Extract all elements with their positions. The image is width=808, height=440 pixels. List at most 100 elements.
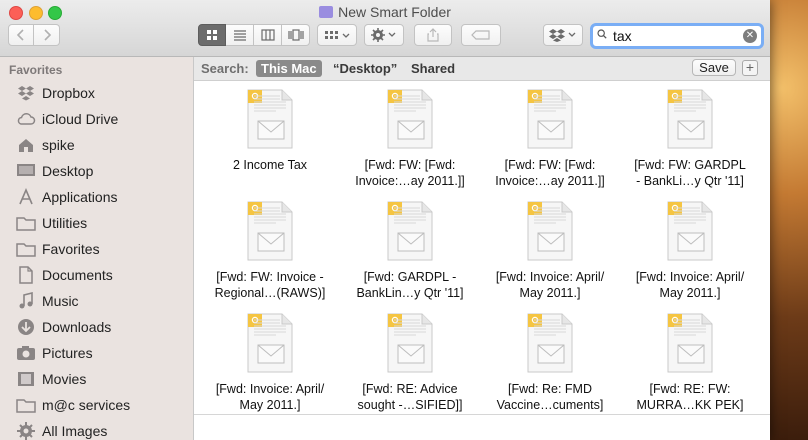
music-icon: [16, 292, 36, 310]
nav-buttons: [8, 24, 60, 46]
sidebar-item-favorites[interactable]: Favorites: [16, 238, 100, 260]
search-input[interactable]: [613, 28, 743, 44]
forward-button[interactable]: [34, 24, 60, 46]
sidebar-item-label: Movies: [42, 371, 87, 387]
file-item[interactable]: 2 Income Tax: [200, 89, 340, 173]
sidebar-item-label: All Images: [42, 423, 108, 439]
smart-folder-icon: [319, 6, 334, 18]
scope-desktop[interactable]: “Desktop”: [328, 60, 402, 77]
sidebar-item-label: Favorites: [42, 241, 100, 257]
chevron-left-icon: [16, 29, 24, 41]
view-mode-control: [198, 24, 310, 46]
grid-icon: [207, 30, 217, 40]
sidebar-item-label: Downloads: [42, 319, 112, 335]
downloads-icon: [16, 318, 36, 336]
file-name: [Fwd: FW: GARDPL - BankLi…y Qtr '11]: [634, 158, 746, 188]
save-button[interactable]: Save: [692, 59, 736, 76]
email-document-icon: [340, 201, 480, 261]
email-document-icon: [340, 313, 480, 373]
desktop-icon: [16, 162, 36, 180]
folder-icon: [16, 214, 36, 232]
file-name: [Fwd: RE: FW: MURRA…KK PEK]: [636, 382, 744, 412]
sidebar-item-label: m@c services: [42, 397, 131, 413]
file-name: [Fwd: FW: [Fwd: Invoice:…ay 2011.]]: [495, 158, 605, 188]
file-name: 2 Income Tax: [232, 158, 308, 172]
clear-search-icon[interactable]: ✕: [743, 29, 757, 43]
file-item[interactable]: [Fwd: FW: [Fwd: Invoice:…ay 2011.]]: [480, 89, 620, 189]
folder-icon: [16, 396, 36, 414]
cloud-icon: [16, 110, 36, 128]
sidebar-item-utilities[interactable]: Utilities: [16, 212, 87, 234]
sidebar-item-downloads[interactable]: Downloads: [16, 316, 111, 338]
edit-tags-button[interactable]: [461, 24, 501, 46]
sidebar-item-dropbox[interactable]: Dropbox: [16, 82, 95, 104]
pictures-icon: [16, 344, 36, 362]
folder-icon: [16, 240, 36, 258]
icon-view-button[interactable]: [198, 24, 226, 46]
file-item[interactable]: [Fwd: Invoice: April/ May 2011.]: [620, 201, 760, 301]
email-document-icon: [480, 313, 620, 373]
scope-this-mac[interactable]: This Mac: [256, 60, 322, 77]
file-item[interactable]: [Fwd: RE: Advice sought -…SIFIED]]: [340, 313, 480, 413]
share-icon: [427, 28, 439, 42]
sidebar-item-documents[interactable]: Documents: [16, 264, 113, 286]
arrange-button[interactable]: [317, 24, 357, 46]
sidebar-item-music[interactable]: Music: [16, 290, 79, 312]
action-button[interactable]: [364, 24, 404, 46]
sidebar-item-pictures[interactable]: Pictures: [16, 342, 93, 364]
email-document-icon: [200, 201, 340, 261]
share-button[interactable]: [414, 24, 452, 46]
list-icon: [233, 30, 246, 41]
back-button[interactable]: [8, 24, 34, 46]
search-field[interactable]: ✕: [590, 23, 764, 49]
sidebar-item-spike[interactable]: spike: [16, 134, 75, 156]
sidebar-item-movies[interactable]: Movies: [16, 368, 86, 390]
scope-shared[interactable]: Shared: [406, 60, 460, 77]
gear-icon: [371, 28, 396, 42]
email-document-icon: [620, 89, 760, 149]
dropbox-icon: [549, 29, 576, 42]
add-criteria-button[interactable]: +: [742, 60, 758, 76]
sidebar-item-icloud-drive[interactable]: iCloud Drive: [16, 108, 118, 130]
window-title: New Smart Folder: [338, 4, 451, 20]
sidebar-item-m-c-services[interactable]: m@c services: [16, 394, 130, 416]
file-item[interactable]: [Fwd: FW: [Fwd: Invoice:…ay 2011.]]: [340, 89, 480, 189]
toolbar: New Smart Folder tax ✕: [0, 0, 770, 57]
file-name: [Fwd: Invoice: April/ May 2011.]: [215, 382, 325, 412]
tag-icon: [471, 30, 490, 40]
file-item[interactable]: [Fwd: FW: GARDPL - BankLi…y Qtr '11]: [620, 89, 760, 189]
cover-flow-icon: [287, 29, 304, 41]
file-item[interactable]: [Fwd: Re: FMD Vaccine…cuments]: [480, 313, 620, 413]
email-document-icon: [340, 89, 480, 149]
sidebar: Favorites Dropbox iCloud Drive spike Deskto…: [0, 57, 194, 440]
list-view-button[interactable]: [226, 24, 254, 46]
sidebar-item-label: Documents: [42, 267, 113, 283]
applications-icon: [16, 188, 36, 206]
file-name: [Fwd: Invoice: April/ May 2011.]: [495, 270, 605, 300]
sidebar-item-label: Music: [42, 293, 79, 309]
file-item[interactable]: [Fwd: RE: FW: MURRA…KK PEK]: [620, 313, 760, 413]
sidebar-item-label: Utilities: [42, 215, 88, 231]
file-name: [Fwd: FW: [Fwd: Invoice:…ay 2011.]]: [355, 158, 465, 188]
sidebar-item-label: Dropbox: [42, 85, 95, 101]
columns-icon: [260, 29, 275, 41]
email-document-icon: [200, 313, 340, 373]
email-document-icon: [620, 313, 760, 373]
dropbox-menu-button[interactable]: [543, 24, 583, 46]
sidebar-item-desktop[interactable]: Desktop: [16, 160, 93, 182]
sidebar-item-label: iCloud Drive: [42, 111, 119, 127]
sidebar-item-applications[interactable]: Applications: [16, 186, 118, 208]
file-item[interactable]: [Fwd: GARDPL - BankLin…y Qtr '11]: [340, 201, 480, 301]
file-item[interactable]: [Fwd: FW: Invoice - Regional…(RAWS)]: [200, 201, 340, 301]
search-scope-bar: Search: This Mac “Desktop” Shared Save +: [194, 57, 770, 81]
file-name: [Fwd: Invoice: April/ May 2011.]: [635, 270, 745, 300]
sidebar-item-all-images[interactable]: All Images: [16, 420, 107, 440]
dropbox-icon: [16, 84, 36, 102]
gear-icon: [16, 422, 36, 440]
file-item[interactable]: [Fwd: Invoice: April/ May 2011.]: [200, 313, 340, 413]
file-item[interactable]: [Fwd: Invoice: April/ May 2011.]: [480, 201, 620, 301]
file-name: [Fwd: GARDPL - BankLin…y Qtr '11]: [356, 270, 464, 300]
sidebar-item-label: spike: [42, 137, 75, 153]
cover-flow-button[interactable]: [282, 24, 310, 46]
column-view-button[interactable]: [254, 24, 282, 46]
